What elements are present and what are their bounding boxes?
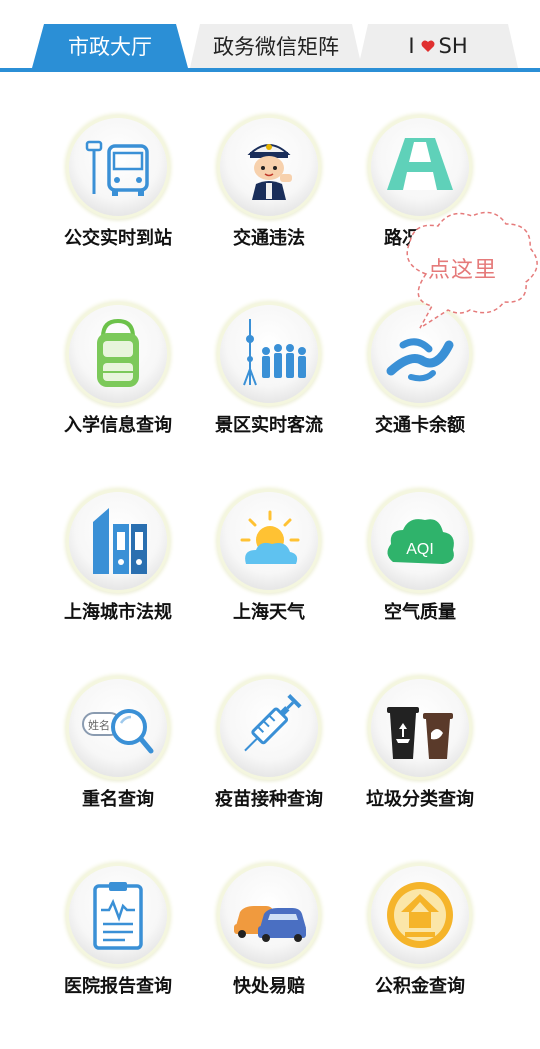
service-label: 重名查询 [82,789,154,810]
road-icon [371,118,469,216]
service-air-quality[interactable]: AQI 空气质量 [345,492,495,662]
service-label: 医院报告查询 [64,976,172,997]
service-scenic-crowd[interactable]: 景区实时客流 [194,305,344,475]
service-housing-fund[interactable]: 公积金查询 [345,866,495,1036]
callout-text: 点这里 [428,258,498,283]
tourist-crowd-icon [220,305,318,403]
heart-icon [421,40,435,52]
tab-municipal-hall[interactable]: 市政大厅 [32,24,188,68]
service-label: 交通卡余额 [375,415,465,436]
weather-icon [220,492,318,590]
service-traffic-violation[interactable]: 交通违法 [194,118,344,288]
service-label: 快处易赔 [233,976,305,997]
medical-report-icon [69,866,167,964]
service-label: 公积金查询 [375,976,465,997]
vaccine-syringe-icon [220,679,318,777]
tab-wechat-matrix[interactable]: 政务微信矩阵 [190,24,362,68]
garbage-bins-icon [371,679,469,777]
service-school-enrollment[interactable]: 入学信息查询 [43,305,193,475]
tab-municipal-hall-label: 市政大厅 [68,35,152,59]
law-books-icon [69,492,167,590]
tab-bar: 政务微信矩阵 I SH 市政大厅 [0,0,540,72]
bus-stop-icon [69,118,167,216]
service-label: 疫苗接种查询 [215,789,323,810]
tab-wechat-matrix-label: 政务微信矩阵 [213,35,339,59]
housing-fund-icon [371,866,469,964]
tab-underline [0,68,540,72]
service-label: 公交实时到站 [64,228,172,249]
air-quality-icon: AQI [371,492,469,590]
name-tag-text: 姓名 [88,718,110,732]
service-garbage-sorting[interactable]: 垃圾分类查询 [345,679,495,849]
service-name-duplicate[interactable]: 姓名 重名查询 [43,679,193,849]
service-bus-arrival[interactable]: 公交实时到站 [43,118,193,288]
school-bag-icon [69,305,167,403]
name-search-icon: 姓名 [69,679,167,777]
service-weather[interactable]: 上海天气 [194,492,344,662]
service-label: 入学信息查询 [64,415,172,436]
tab-i-love-sh-left: I [408,34,415,58]
service-label: 上海城市法规 [64,602,172,623]
service-label: 景区实时客流 [215,415,323,436]
car-accident-icon [220,866,318,964]
service-city-regulations[interactable]: 上海城市法规 [43,492,193,662]
service-quick-claims[interactable]: 快处易赔 [194,866,344,1036]
service-label: 空气质量 [384,602,456,623]
service-label: 垃圾分类查询 [366,789,474,810]
service-hospital-report[interactable]: 医院报告查询 [43,866,193,1036]
service-label: 交通违法 [233,228,305,249]
tab-i-love-sh[interactable]: I SH [358,24,518,68]
traffic-police-icon [220,118,318,216]
service-vaccination[interactable]: 疫苗接种查询 [194,679,344,849]
tab-i-love-sh-right: SH [438,34,468,58]
service-label: 上海天气 [233,602,305,623]
aqi-text: AQI [406,541,434,558]
